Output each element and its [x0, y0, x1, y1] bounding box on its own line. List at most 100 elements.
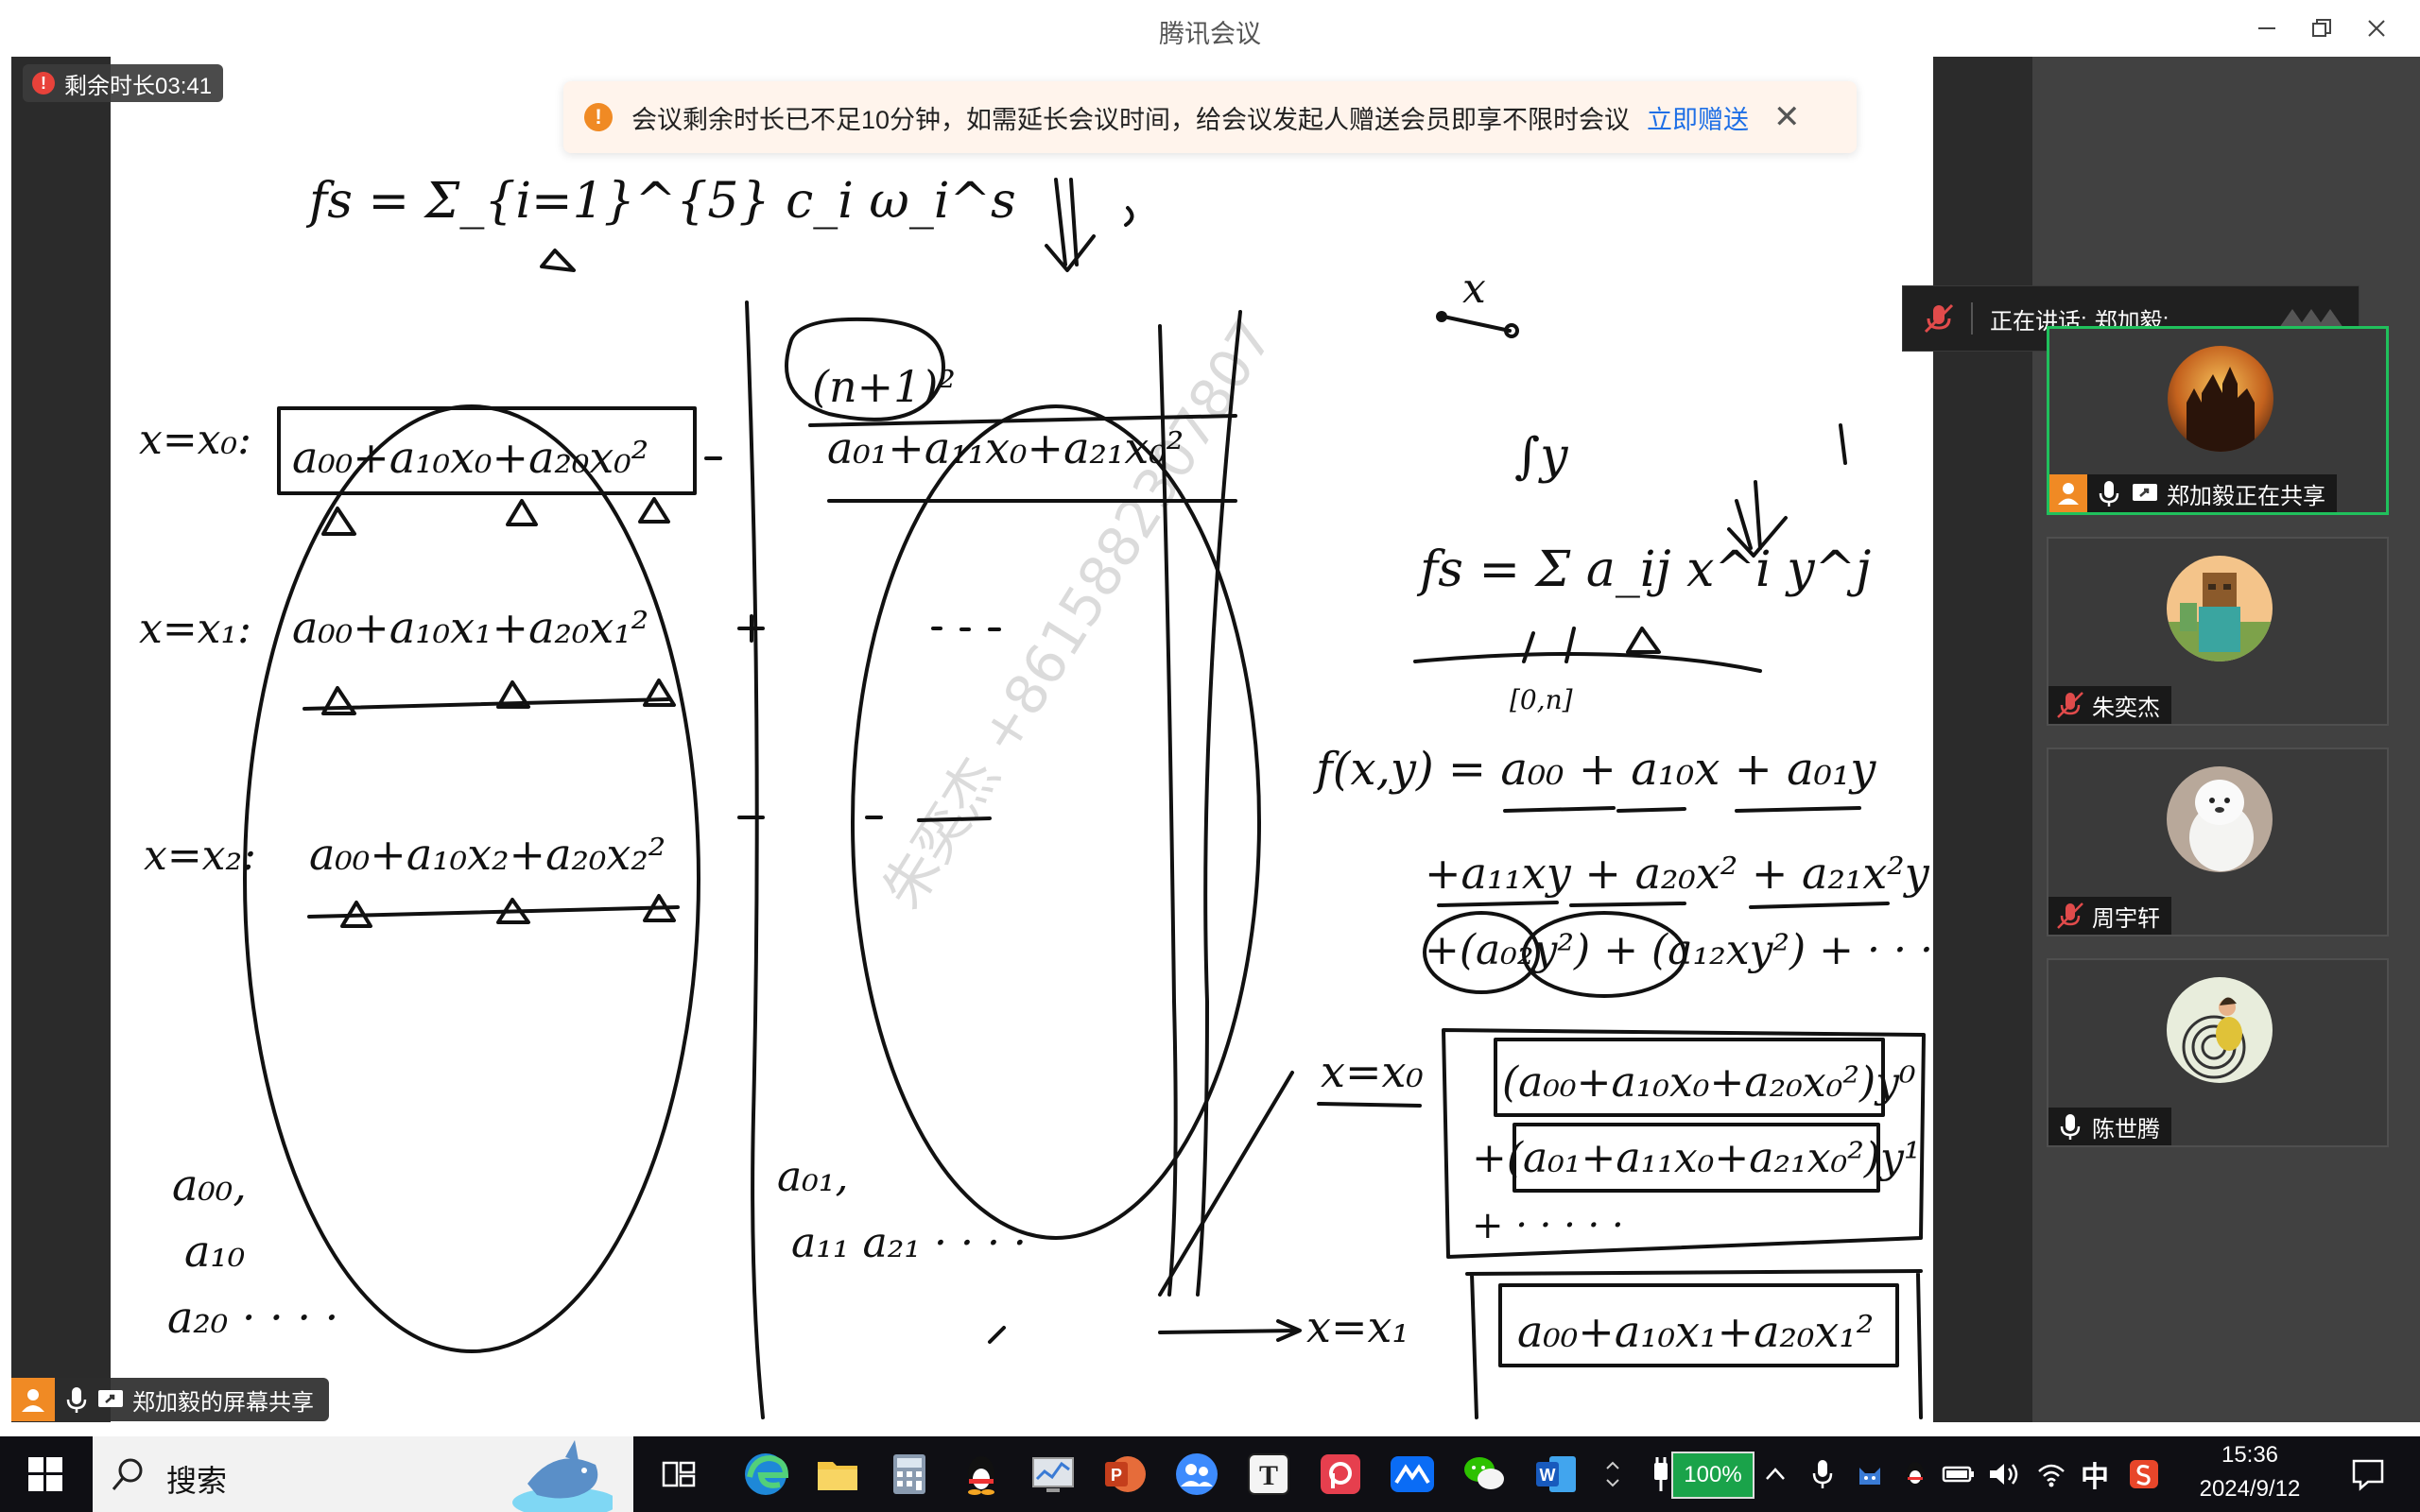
- video-right-margin: [1933, 57, 2032, 1422]
- gift-now-link[interactable]: 立即赠送: [1647, 99, 1749, 136]
- avatar: [2167, 556, 2273, 662]
- calculator-button[interactable]: [883, 1448, 936, 1501]
- participant-namebar: 朱奕杰: [2048, 686, 2171, 724]
- participant-tile-4[interactable]: 陈世腾: [2047, 958, 2389, 1147]
- notice-message: 会议剩余时长已不足10分钟，如需延长会议时间，给会议发起人赠送会员即享不限时会议: [631, 105, 1631, 134]
- monitor-app-button[interactable]: [1027, 1448, 1080, 1501]
- people-icon: [1176, 1453, 1218, 1495]
- row1-plus: [737, 614, 765, 643]
- typora-button[interactable]: T: [1242, 1448, 1295, 1501]
- taskbar-search-box[interactable]: 搜索: [93, 1436, 633, 1512]
- x-segment: [1442, 315, 1512, 333]
- row0-label: x=x₀:: [139, 416, 251, 464]
- avatar: [2167, 977, 2273, 1083]
- svg-text:W: W: [1540, 1466, 1556, 1485]
- battery-indicator[interactable]: 100%: [1671, 1452, 1754, 1499]
- notification-center-button[interactable]: [2342, 1455, 2394, 1493]
- row1-expr: a₀₀+a₁₀x₁+a₂₀x₁²: [292, 602, 648, 653]
- participant-name: 郑加毅正在共享: [2167, 483, 2325, 509]
- list-b-1: a₁₁ a₂₁ · · · ·: [791, 1219, 1027, 1267]
- row2-label: x=x₂:: [144, 832, 256, 880]
- row2-expr: a₀₀+a₁₀x₂+a₂₀x₂²: [309, 829, 666, 880]
- system-monitor-icon: [1032, 1457, 1074, 1492]
- stroke-mark-2: [1839, 423, 1847, 465]
- minimize-button[interactable]: [2240, 9, 2293, 47]
- row1-underline: [302, 697, 670, 711]
- ime-indicator[interactable]: 中: [2076, 1455, 2114, 1493]
- participant-tile-2[interactable]: 朱奕杰: [2047, 537, 2389, 726]
- start-button[interactable]: [19, 1448, 72, 1501]
- wechat-button[interactable]: [1458, 1448, 1511, 1501]
- sogou-ime-icon[interactable]: [2125, 1455, 2163, 1493]
- powerpoint-button[interactable]: P: [1098, 1448, 1151, 1501]
- powerpoint-icon: P: [1105, 1456, 1146, 1492]
- qq-tray-icon[interactable]: [1898, 1455, 1932, 1493]
- wifi-icon[interactable]: [2032, 1455, 2070, 1493]
- show-hidden-icons-button[interactable]: [1758, 1455, 1792, 1493]
- participant-sidebar: [2032, 57, 2420, 1422]
- tencent-meeting-button[interactable]: [1386, 1448, 1439, 1501]
- taskbar-scroll-arrows[interactable]: [1599, 1455, 1626, 1493]
- eq2-underline: [1413, 652, 1762, 673]
- x-label: x: [1462, 265, 1486, 313]
- x0-underline: [1317, 1102, 1422, 1108]
- restore-button[interactable]: [2295, 9, 2348, 47]
- word-button[interactable]: W: [1530, 1448, 1582, 1501]
- arrow-line-up: [1158, 1071, 1294, 1297]
- task-view-button[interactable]: [652, 1448, 705, 1501]
- participant-name: 朱奕杰: [2092, 695, 2160, 721]
- mic-muted-icon: [2057, 692, 2083, 718]
- x-dot-left: [1436, 311, 1447, 322]
- fxy-line2: +a₁₁xy + a₂₀x² + a₂₁x²y: [1425, 848, 1930, 899]
- x0-box-line1: (a₀₀+a₁₀x₀+a₂₀x₀²)y⁰: [1502, 1058, 1916, 1107]
- formula-fs-aij: fs = Σ a_ij x^i y^j: [1416, 541, 1871, 598]
- x0-box-line3: + · · · · ·: [1472, 1204, 1624, 1247]
- windows-logo-icon: [28, 1457, 62, 1491]
- volume-icon[interactable]: [1985, 1455, 2023, 1493]
- mic-icon: [2060, 1114, 2081, 1140]
- time-limit-notice: ! 会议剩余时长已不足10分钟，如需延长会议时间，给会议发起人赠送会员即享不限时…: [563, 81, 1857, 153]
- word-icon: W: [1536, 1456, 1576, 1492]
- qq-penguin-icon: [968, 1456, 994, 1495]
- stroke-mark: [1124, 206, 1134, 227]
- screen-share-owner-label: 郑加毅的屏幕共享: [11, 1378, 329, 1421]
- remaining-time-text: 剩余时长03:41: [64, 73, 213, 99]
- whiteboard-canvas: 朱奕杰 +8615882307807 fs = Σ_{i=1}^{5} c_i …: [139, 173, 1933, 1419]
- edge-app-button[interactable]: [739, 1448, 792, 1501]
- calculator-icon: [893, 1454, 925, 1494]
- circle-n1-text: (n+1)²: [812, 361, 956, 412]
- meeting-app-button[interactable]: [1170, 1448, 1223, 1501]
- chevron-updown-icon: [1606, 1461, 1619, 1487]
- participant-namebar: 周宇轩: [2048, 897, 2171, 935]
- video-left-margin: [11, 57, 111, 1422]
- participant-tile-1[interactable]: 郑加毅正在共享: [2047, 326, 2389, 515]
- close-button[interactable]: [2350, 9, 2403, 47]
- qq-app-button[interactable]: [955, 1448, 1008, 1501]
- participant-tile-3[interactable]: 周宇轩: [2047, 747, 2389, 936]
- search-highlight-dolphin-icon: [512, 1440, 613, 1512]
- clock-time[interactable]: 15:36: [2174, 1440, 2325, 1470]
- cat-tray-icon[interactable]: [1853, 1455, 1887, 1493]
- file-explorer-button[interactable]: [811, 1448, 864, 1501]
- range-arrows: [1522, 627, 1576, 663]
- clock-date[interactable]: 2024/9/12: [2174, 1474, 2325, 1504]
- pdf-app-button[interactable]: [1314, 1448, 1367, 1501]
- list-b-0: a₀₁,: [777, 1153, 849, 1201]
- triangle-mark: [540, 249, 576, 272]
- share-owner-text: 郑加毅的屏幕共享: [132, 1389, 314, 1416]
- x0-label: x=x₀: [1321, 1046, 1424, 1097]
- list-a-1: a₁₀: [184, 1226, 245, 1277]
- microphone-tray-icon[interactable]: [1806, 1455, 1840, 1493]
- screen-share-icon: [98, 1390, 123, 1407]
- x1-box-expr: a₀₀+a₁₀x₁+a₂₀x₁²: [1517, 1306, 1874, 1357]
- battery-tray-icon[interactable]: [1940, 1455, 1978, 1493]
- x1-label: x=x₁: [1306, 1301, 1409, 1352]
- title-bar: 腾讯会议: [0, 0, 2420, 57]
- eq2-triangle: [1626, 627, 1661, 654]
- notice-close-icon[interactable]: ✕: [1773, 98, 1801, 136]
- participant-namebar: 陈世腾: [2048, 1108, 2171, 1145]
- restore-icon: [2312, 19, 2331, 37]
- x0-box-line2: +(a₀₁+a₁₁x₀+a₂₁x₀²)y¹: [1472, 1134, 1921, 1182]
- down-arrow-mark: [1045, 178, 1096, 272]
- participant-name: 陈世腾: [2092, 1116, 2160, 1143]
